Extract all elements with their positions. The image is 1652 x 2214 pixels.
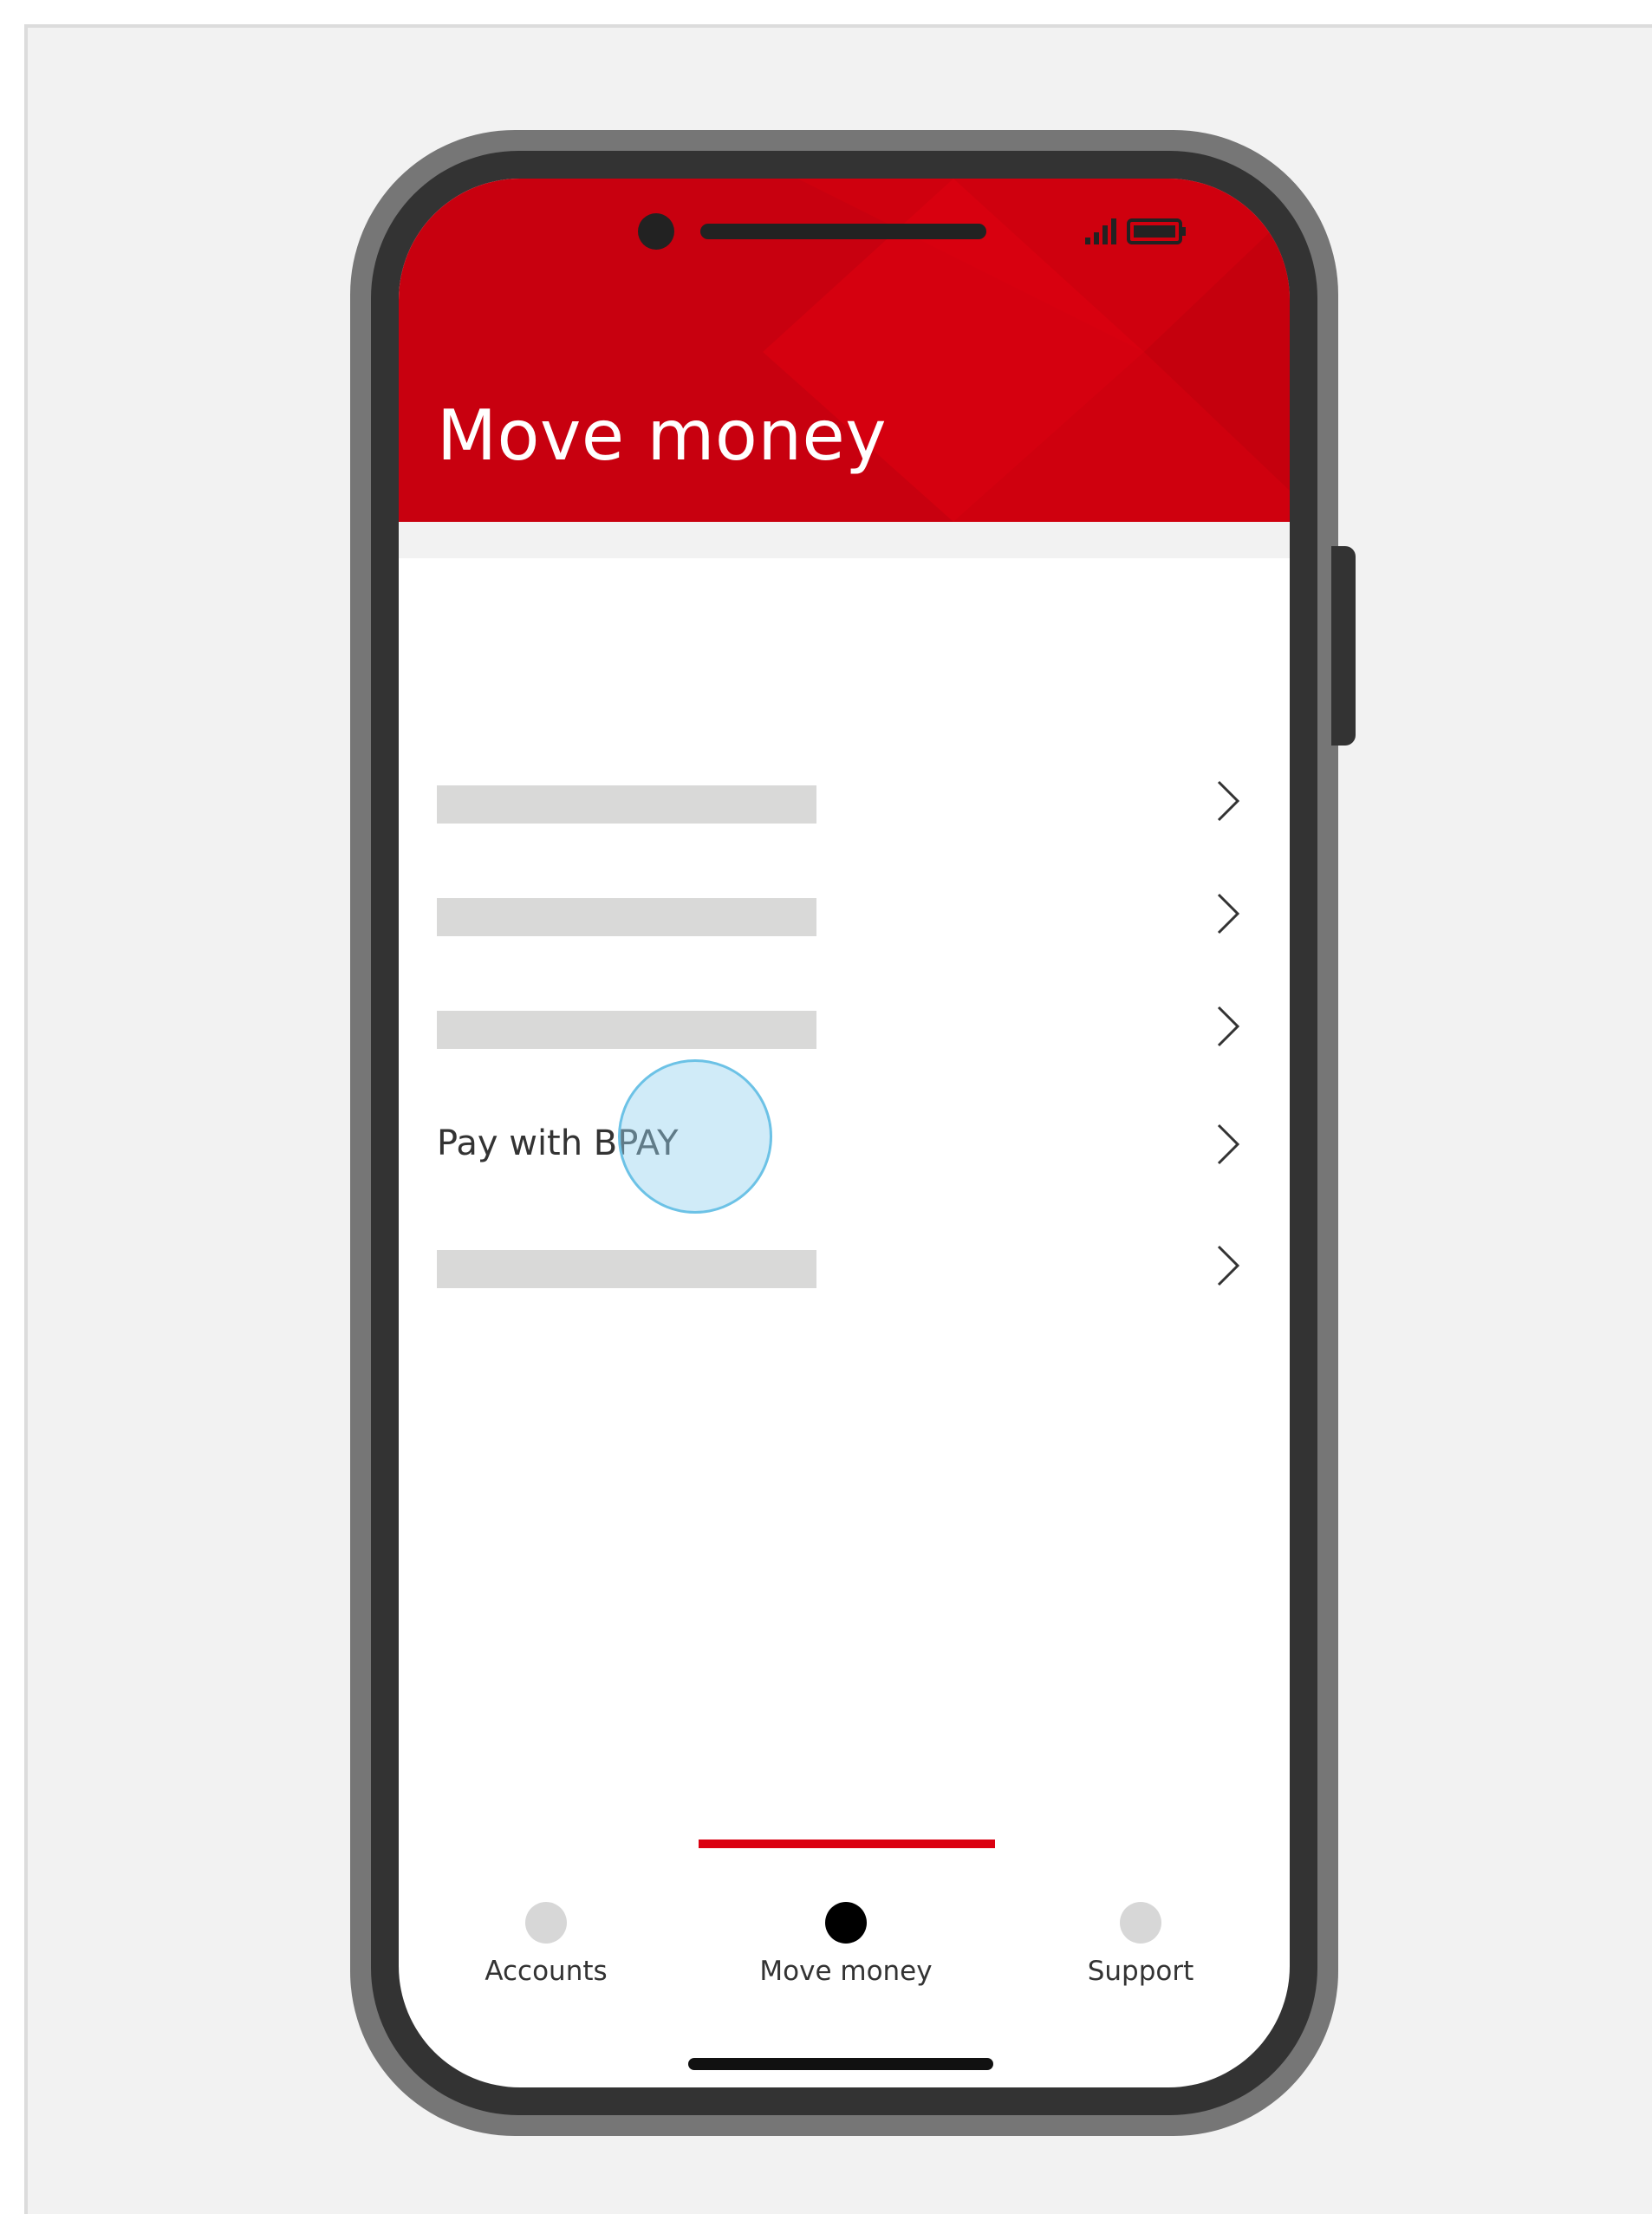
- menu-item-1[interactable]: [437, 754, 1255, 841]
- placeholder-label: [437, 1011, 816, 1049]
- placeholder-label: [437, 898, 816, 936]
- phone-screen: Move money Pay with BPAY Accounts Move m…: [399, 179, 1290, 2087]
- signal-icon: [1085, 218, 1116, 244]
- camera-dot: [638, 213, 674, 250]
- nav-label: Move money: [759, 1956, 933, 1987]
- placeholder-label: [437, 1250, 816, 1288]
- status-icons: [1085, 218, 1186, 244]
- phone-side-button: [1331, 546, 1356, 746]
- chevron-right-icon: [1217, 893, 1240, 934]
- touch-indicator: [618, 1059, 772, 1214]
- app-header: Move money: [399, 179, 1290, 522]
- nav-tab-move-money[interactable]: Move money: [716, 1895, 976, 1990]
- nav-active-indicator: [699, 1840, 995, 1848]
- menu-item-pay-with-bpay[interactable]: Pay with BPAY: [437, 1097, 1255, 1184]
- battery-icon: [1127, 218, 1186, 244]
- menu-item-5[interactable]: [437, 1219, 1255, 1306]
- nav-label: Accounts: [485, 1956, 608, 1987]
- speaker-grille: [700, 224, 986, 239]
- chevron-right-icon: [1217, 780, 1240, 822]
- nav-tab-accounts[interactable]: Accounts: [416, 1895, 676, 1990]
- menu-item-3[interactable]: [437, 980, 1255, 1066]
- nav-label: Support: [1087, 1956, 1194, 1987]
- chevron-right-icon: [1217, 1006, 1240, 1047]
- nav-tab-support[interactable]: Support: [1011, 1895, 1271, 1990]
- chevron-right-icon: [1217, 1123, 1240, 1165]
- support-icon: [1120, 1902, 1161, 1944]
- accounts-icon: [525, 1902, 567, 1944]
- menu-item-2[interactable]: [437, 867, 1255, 954]
- move-money-icon: [825, 1902, 867, 1944]
- page-title: Move money: [437, 395, 888, 476]
- placeholder-label: [437, 785, 816, 824]
- home-indicator[interactable]: [688, 2058, 993, 2070]
- chevron-right-icon: [1217, 1245, 1240, 1286]
- header-divider: [399, 522, 1290, 558]
